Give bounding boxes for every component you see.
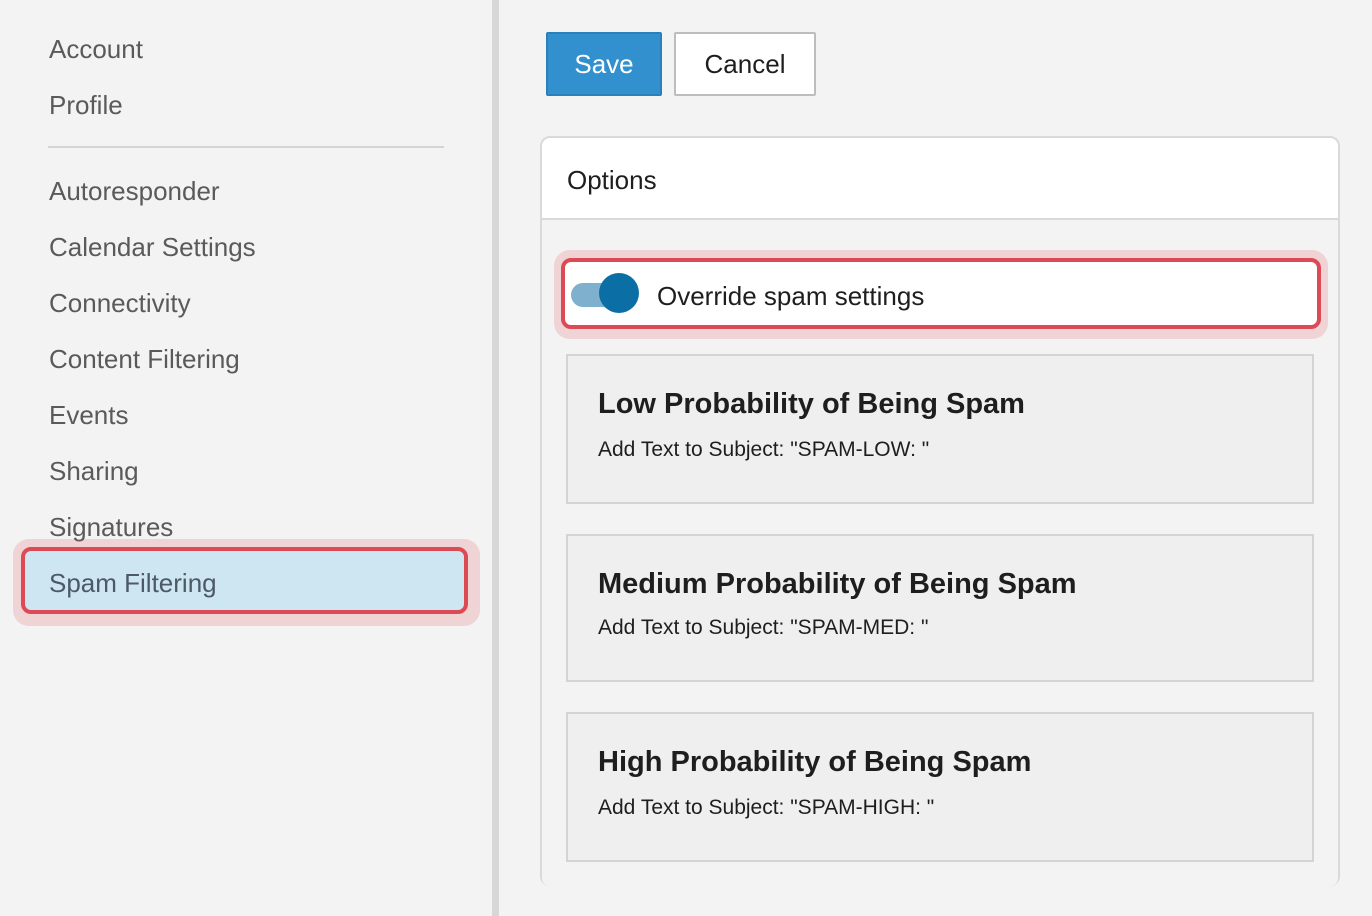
options-panel-body: Override spam settings Low Probability o… <box>542 220 1338 886</box>
sidebar-item-connectivity[interactable]: Connectivity <box>49 287 191 319</box>
override-spam-settings-row[interactable]: Override spam settings <box>561 258 1321 329</box>
sidebar-divider <box>48 146 444 148</box>
sidebar-item-label: Spam Filtering <box>49 568 217 598</box>
options-title: Options <box>567 165 657 195</box>
sidebar-item-account[interactable]: Account <box>49 33 143 65</box>
sidebar-item-events[interactable]: Events <box>49 399 129 431</box>
save-button[interactable]: Save <box>546 32 662 96</box>
spam-level-card-high[interactable]: High Probability of Being Spam Add Text … <box>566 712 1314 862</box>
sidebar-nav: Account Profile Autoresponder Calendar S… <box>0 0 492 916</box>
spam-level-card-low[interactable]: Low Probability of Being Spam Add Text t… <box>566 354 1314 504</box>
sidebar-item-calendar-settings[interactable]: Calendar Settings <box>49 231 256 263</box>
cancel-button[interactable]: Cancel <box>674 32 816 96</box>
card-title: Low Probability of Being Spam <box>598 388 1025 420</box>
sidebar-resize-divider <box>492 0 499 916</box>
sidebar-item-profile[interactable]: Profile <box>49 89 123 121</box>
card-subtitle: Add Text to Subject: "SPAM-MED: " <box>598 616 929 639</box>
options-panel: Options Override spam settings Low Proba… <box>540 136 1340 886</box>
card-subtitle: Add Text to Subject: "SPAM-LOW: " <box>598 438 930 461</box>
main-content: Save Cancel Options Override spam settin… <box>499 0 1372 916</box>
override-toggle-knob[interactable] <box>599 273 639 313</box>
sidebar-item-spam-filtering[interactable]: Spam Filtering <box>21 547 468 614</box>
override-toggle-label: Override spam settings <box>657 281 925 311</box>
sidebar-item-autoresponder[interactable]: Autoresponder <box>49 175 220 207</box>
sidebar-item-content-filtering[interactable]: Content Filtering <box>49 343 240 375</box>
card-title: Medium Probability of Being Spam <box>598 568 1077 600</box>
spam-level-card-medium[interactable]: Medium Probability of Being Spam Add Tex… <box>566 534 1314 682</box>
options-panel-header: Options <box>542 138 1338 220</box>
card-subtitle: Add Text to Subject: "SPAM-HIGH: " <box>598 796 935 819</box>
sidebar-item-sharing[interactable]: Sharing <box>49 455 139 487</box>
card-title: High Probability of Being Spam <box>598 746 1032 778</box>
